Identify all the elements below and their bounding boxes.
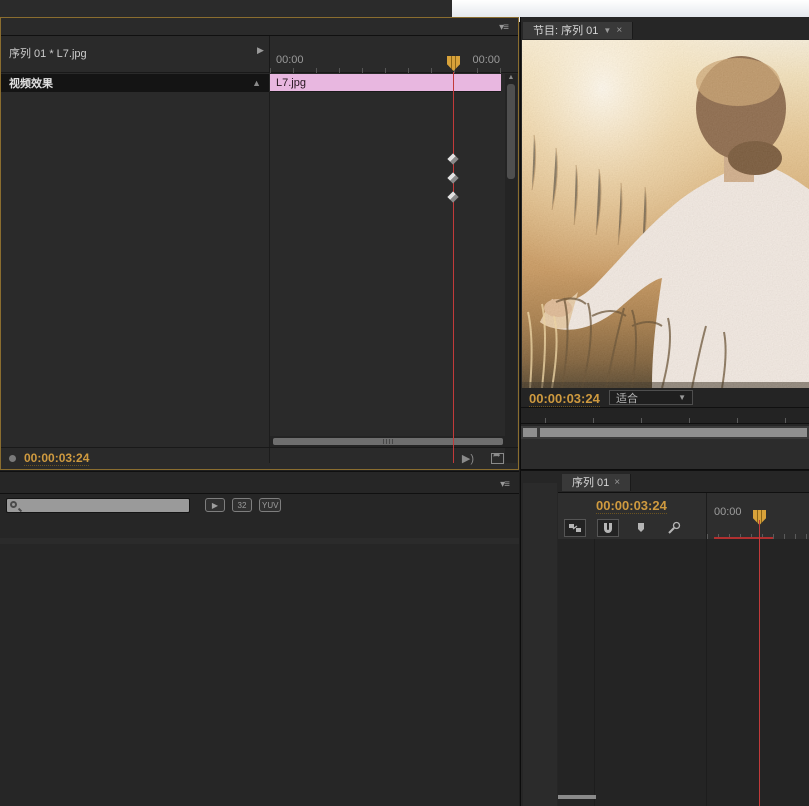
vertical-scrollbar[interactable]: ▲ — [505, 74, 517, 463]
ruler-start-label: 00:00 — [714, 506, 742, 518]
timeline-settings-wrench-icon[interactable] — [663, 519, 685, 537]
timeline-timecode[interactable]: 00:00:03:24 — [596, 498, 667, 514]
effect-timeline-clip-bar[interactable]: L7.jpg — [270, 74, 501, 92]
play-around-icon[interactable]: ▶) — [462, 452, 474, 465]
program-video-frame — [522, 40, 809, 389]
zoom-level-value: 适合 — [616, 392, 638, 405]
panel-menu-icon[interactable]: ▾≡ — [499, 22, 509, 33]
ruler-end-label: 00:00 — [472, 54, 500, 66]
program-tab-label: 节目: 序列 01 — [533, 25, 599, 37]
playhead-line — [759, 520, 760, 806]
keyframe-marker[interactable] — [447, 153, 459, 165]
tab-program-sequence[interactable]: 节目: 序列 01 ▼ × — [523, 22, 634, 39]
panel-menu-icon[interactable]: ▾≡ — [500, 479, 510, 490]
video-effects-label: 视频效果 — [9, 78, 53, 90]
program-monitor-panel: 节目: 序列 01 ▼ × 00:00:03:24 适合 ▼ — [520, 17, 809, 470]
search-icon — [10, 501, 17, 508]
close-icon[interactable]: × — [614, 477, 620, 488]
chevron-down-icon[interactable]: ▼ — [603, 26, 611, 35]
32bit-effects-filter[interactable]: 32 — [232, 498, 252, 512]
linked-selection-icon[interactable] — [564, 519, 586, 537]
track-area — [558, 539, 809, 806]
effects-search-row: ▶ 32 YUV — [0, 496, 519, 516]
effect-controls-panel: ▾≡ 序列 01 * L7.jpg ▶ 00:00 00:00 视频效果 ▲ L… — [0, 17, 519, 470]
project-panel-group: ▾≡ ▶ 32 YUV — [0, 471, 519, 806]
close-icon[interactable]: × — [616, 25, 622, 36]
show-timeline-view-button[interactable]: ▶ — [257, 45, 264, 56]
video-effects-section-header[interactable]: 视频效果 ▲ — [1, 74, 269, 92]
accelerated-effects-filter[interactable]: ▶ — [205, 498, 225, 512]
effect-timeline-ruler[interactable]: 00:00 00:00 — [269, 36, 506, 73]
playhead-line — [453, 72, 454, 463]
effects-browser: ▶ 32 YUV — [0, 493, 519, 806]
record-dot-icon — [9, 455, 16, 462]
program-mini-ruler[interactable] — [521, 407, 809, 424]
effect-controls-footer: 00:00:03:24 ▶) — [1, 447, 518, 469]
keyframe-marker[interactable] — [447, 172, 459, 184]
timeline-tabstrip: 序列 01 × — [562, 474, 632, 491]
search-input[interactable] — [6, 498, 190, 513]
effect-controls-header-band: 序列 01 * L7.jpg ▶ 00:00 00:00 — [1, 36, 518, 73]
program-timecode[interactable]: 00:00:03:24 — [529, 391, 600, 407]
timeline-ruler[interactable]: 00:00 — [706, 493, 809, 540]
effect-controls-body: 序列 01 * L7.jpg ▶ 00:00 00:00 视频效果 ▲ L7.j… — [1, 35, 518, 469]
current-timecode[interactable]: 00:00:03:24 — [24, 451, 90, 466]
keyframe-marker[interactable] — [447, 191, 459, 203]
snap-magnet-icon[interactable] — [597, 519, 619, 537]
tab-sequence-01[interactable]: 序列 01 × — [562, 474, 632, 491]
timeline-horizontal-scrollbar[interactable] — [558, 795, 596, 799]
zoom-level-dropdown[interactable]: 适合 ▼ — [609, 390, 693, 405]
sequence-tab-label: 序列 01 — [572, 477, 610, 489]
clipped-tree-row — [0, 538, 519, 544]
program-tabstrip: 节目: 序列 01 ▼ × — [523, 22, 634, 39]
timeline-panel: 序列 01 × 00:00:03:24 00:00 — [520, 470, 809, 806]
program-transport-area — [521, 439, 809, 470]
program-scrollbar[interactable] — [521, 426, 809, 439]
timeline-header: 00:00:03:24 00:00 — [558, 492, 809, 540]
collapse-section-icon[interactable]: ▲ — [252, 78, 261, 88]
column-divider[interactable] — [269, 92, 270, 463]
yuv-effects-filter[interactable]: YUV — [259, 498, 282, 512]
timeline-toolbar — [564, 519, 685, 537]
program-controls-row: 00:00:03:24 适合 ▼ — [521, 388, 809, 407]
effect-controls-tabstrip — [2, 18, 507, 35]
export-frame-icon[interactable] — [491, 450, 504, 464]
horizontal-scrollbar[interactable] — [270, 436, 506, 447]
tools-panel — [523, 483, 557, 806]
timeline-main: 序列 01 × 00:00:03:24 00:00 — [558, 471, 809, 806]
clip-bar-label: L7.jpg — [276, 76, 306, 89]
premiere-app-window: ▾≡ 序列 01 * L7.jpg ▶ 00:00 00:00 视频效果 ▲ L… — [0, 0, 809, 806]
clip-title: 序列 01 * L7.jpg — [9, 48, 87, 60]
chevron-down-icon: ▼ — [678, 393, 686, 402]
add-marker-icon[interactable] — [630, 519, 652, 537]
ruler-start-label: 00:00 — [276, 54, 304, 66]
